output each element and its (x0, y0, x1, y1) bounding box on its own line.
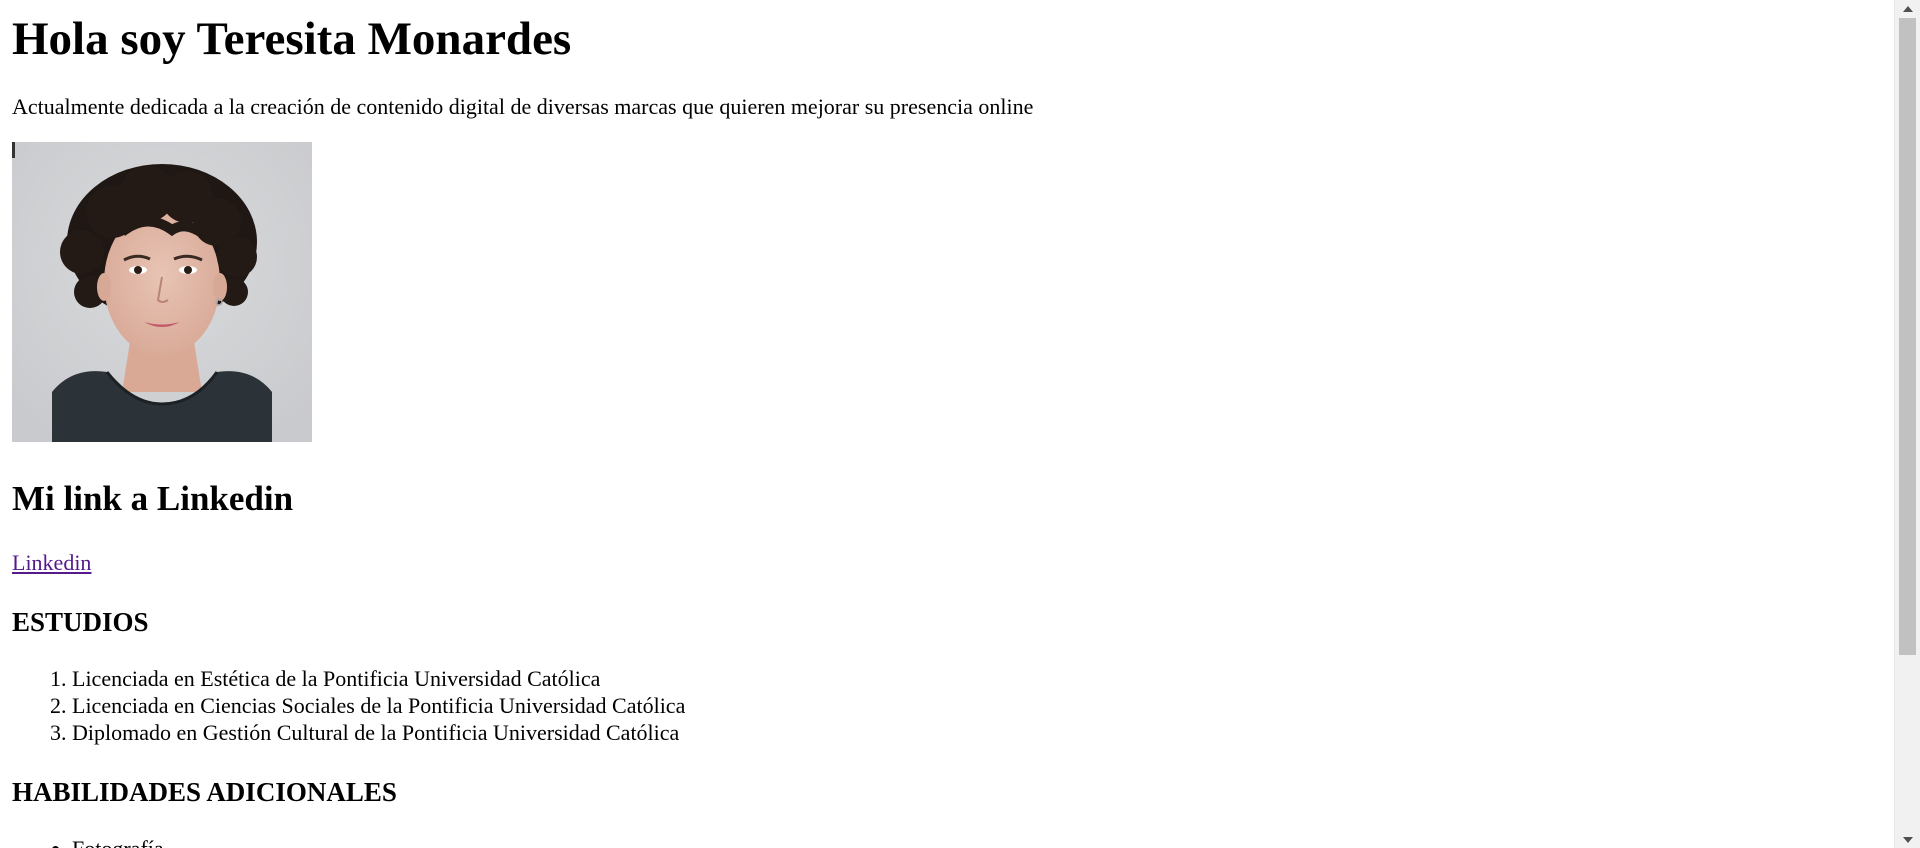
list-item: Licenciada en Ciencias Sociales de la Po… (72, 692, 1883, 719)
page-title: Hola soy Teresita Monardes (12, 13, 572, 65)
scroll-thumb[interactable] (1899, 18, 1916, 655)
list-item: Licenciada en Estética de la Pontificia … (72, 665, 1883, 692)
page-content: Hola soy Teresita Monardes Actualmente d… (0, 8, 1895, 848)
linkedin-link[interactable]: Linkedin (12, 550, 91, 576)
scroll-up-button[interactable] (1895, 0, 1920, 17)
scroll-down-button[interactable] (1895, 831, 1920, 848)
studies-list: Licenciada en Estética de la Pontificia … (12, 665, 1883, 746)
vertical-scrollbar[interactable] (1894, 0, 1920, 848)
list-item: Diplomado en Gestión Cultural de la Pont… (72, 719, 1883, 746)
studies-heading: ESTUDIOS (12, 607, 149, 637)
skills-heading: HABILIDADES ADICIONALES (12, 777, 397, 807)
arrow-down-icon (1902, 836, 1913, 843)
list-item: Fotografía (72, 835, 1883, 848)
skills-list: Fotografía (12, 835, 1883, 848)
arrow-up-icon (1902, 5, 1913, 12)
linkedin-heading: Mi link a Linkedin (12, 479, 294, 518)
intro-paragraph: Actualmente dedicada a la creación de co… (12, 94, 1034, 119)
profile-photo (12, 142, 312, 442)
page-viewport: Hola soy Teresita Monardes Actualmente d… (0, 0, 1895, 848)
